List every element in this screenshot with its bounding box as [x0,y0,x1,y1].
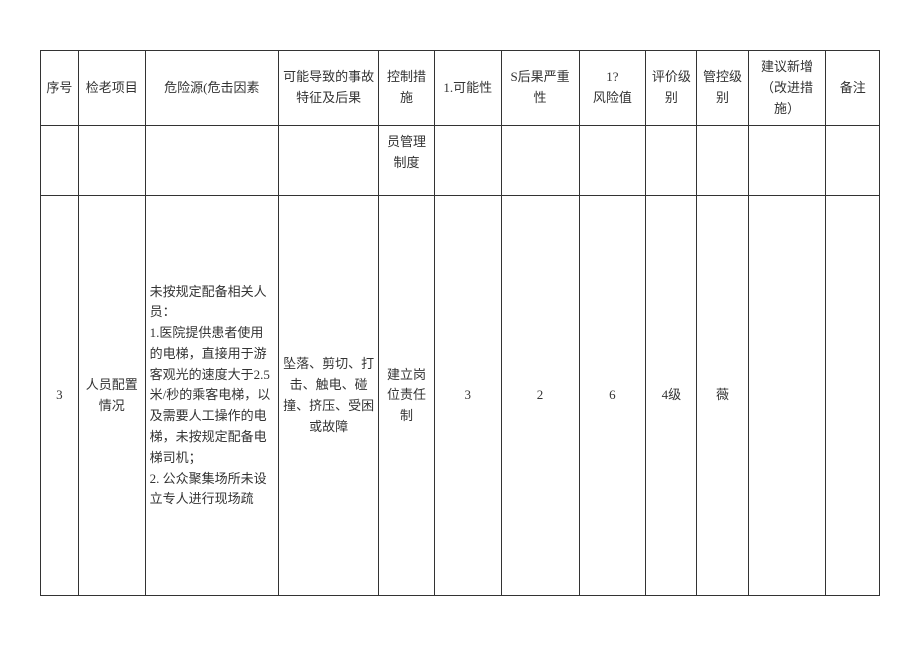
cell-hazard: 未按规定配备相关人员： 1.医院提供患者使用的电梯，直接用于游客观光的速度大于2… [145,196,279,596]
header-consequence: 可能导致的事故特征及后果 [279,51,379,126]
partial-cell [145,126,279,196]
partial-cell [279,126,379,196]
cell-possibility: 3 [434,196,501,596]
header-risk: 1? 风险值 [579,51,646,126]
partial-control-cell: 员管理制度 [379,126,435,196]
partial-cell [579,126,646,196]
partial-cell [826,126,880,196]
cell-control: 建立岗位责任制 [379,196,435,596]
header-hazard: 危险源(危击因素 [145,51,279,126]
risk-assessment-table: 序号 检老项目 危险源(危击因素 可能导致的事故特征及后果 控制措施 1.可能性… [40,50,880,596]
header-eval: 评价级别 [646,51,697,126]
header-control: 控制措施 [379,51,435,126]
partial-continuation-row: 员管理制度 [41,126,880,196]
header-suggest: 建议新增（改进措施） [748,51,826,126]
partial-cell [41,126,79,196]
cell-eval: 4级 [646,196,697,596]
partial-cell [78,126,145,196]
cell-suggest [748,196,826,596]
cell-severity: 2 [501,196,579,596]
partial-cell [434,126,501,196]
header-mgmt: 管控级别 [697,51,748,126]
partial-cell [646,126,697,196]
table-row: 3 人员配置情况 未按规定配备相关人员： 1.医院提供患者使用的电梯，直接用于游… [41,196,880,596]
cell-seq: 3 [41,196,79,596]
header-item: 检老项目 [78,51,145,126]
partial-cell [697,126,748,196]
cell-item: 人员配置情况 [78,196,145,596]
header-seq: 序号 [41,51,79,126]
header-note: 备注 [826,51,880,126]
cell-consequence: 坠落、剪切、打击、触电、碰撞、挤压、受困或故障 [279,196,379,596]
cell-note [826,196,880,596]
partial-cell [501,126,579,196]
partial-cell [748,126,826,196]
cell-risk: 6 [579,196,646,596]
table-header-row: 序号 检老项目 危险源(危击因素 可能导致的事故特征及后果 控制措施 1.可能性… [41,51,880,126]
cell-mgmt: 薇 [697,196,748,596]
header-severity: S后果严重性 [501,51,579,126]
header-possibility: 1.可能性 [434,51,501,126]
